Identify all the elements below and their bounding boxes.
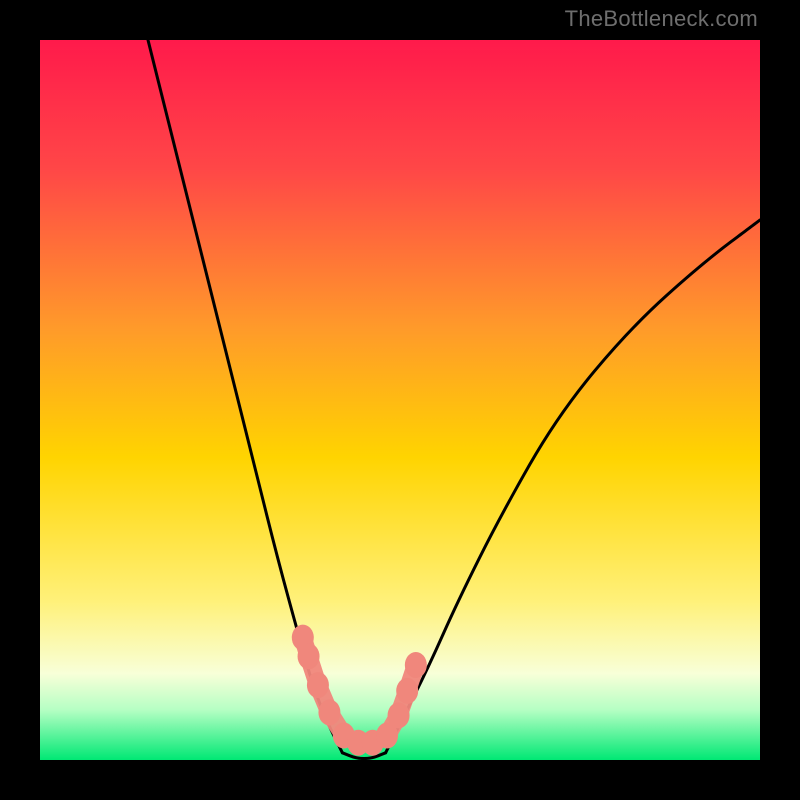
series-bead-cluster bbox=[292, 625, 427, 756]
plot-area bbox=[40, 40, 760, 760]
series-right-curve bbox=[386, 220, 760, 753]
curves-layer bbox=[40, 40, 760, 760]
chart-container: TheBottleneck.com bbox=[0, 0, 800, 800]
watermark-text: TheBottleneck.com bbox=[565, 6, 758, 32]
